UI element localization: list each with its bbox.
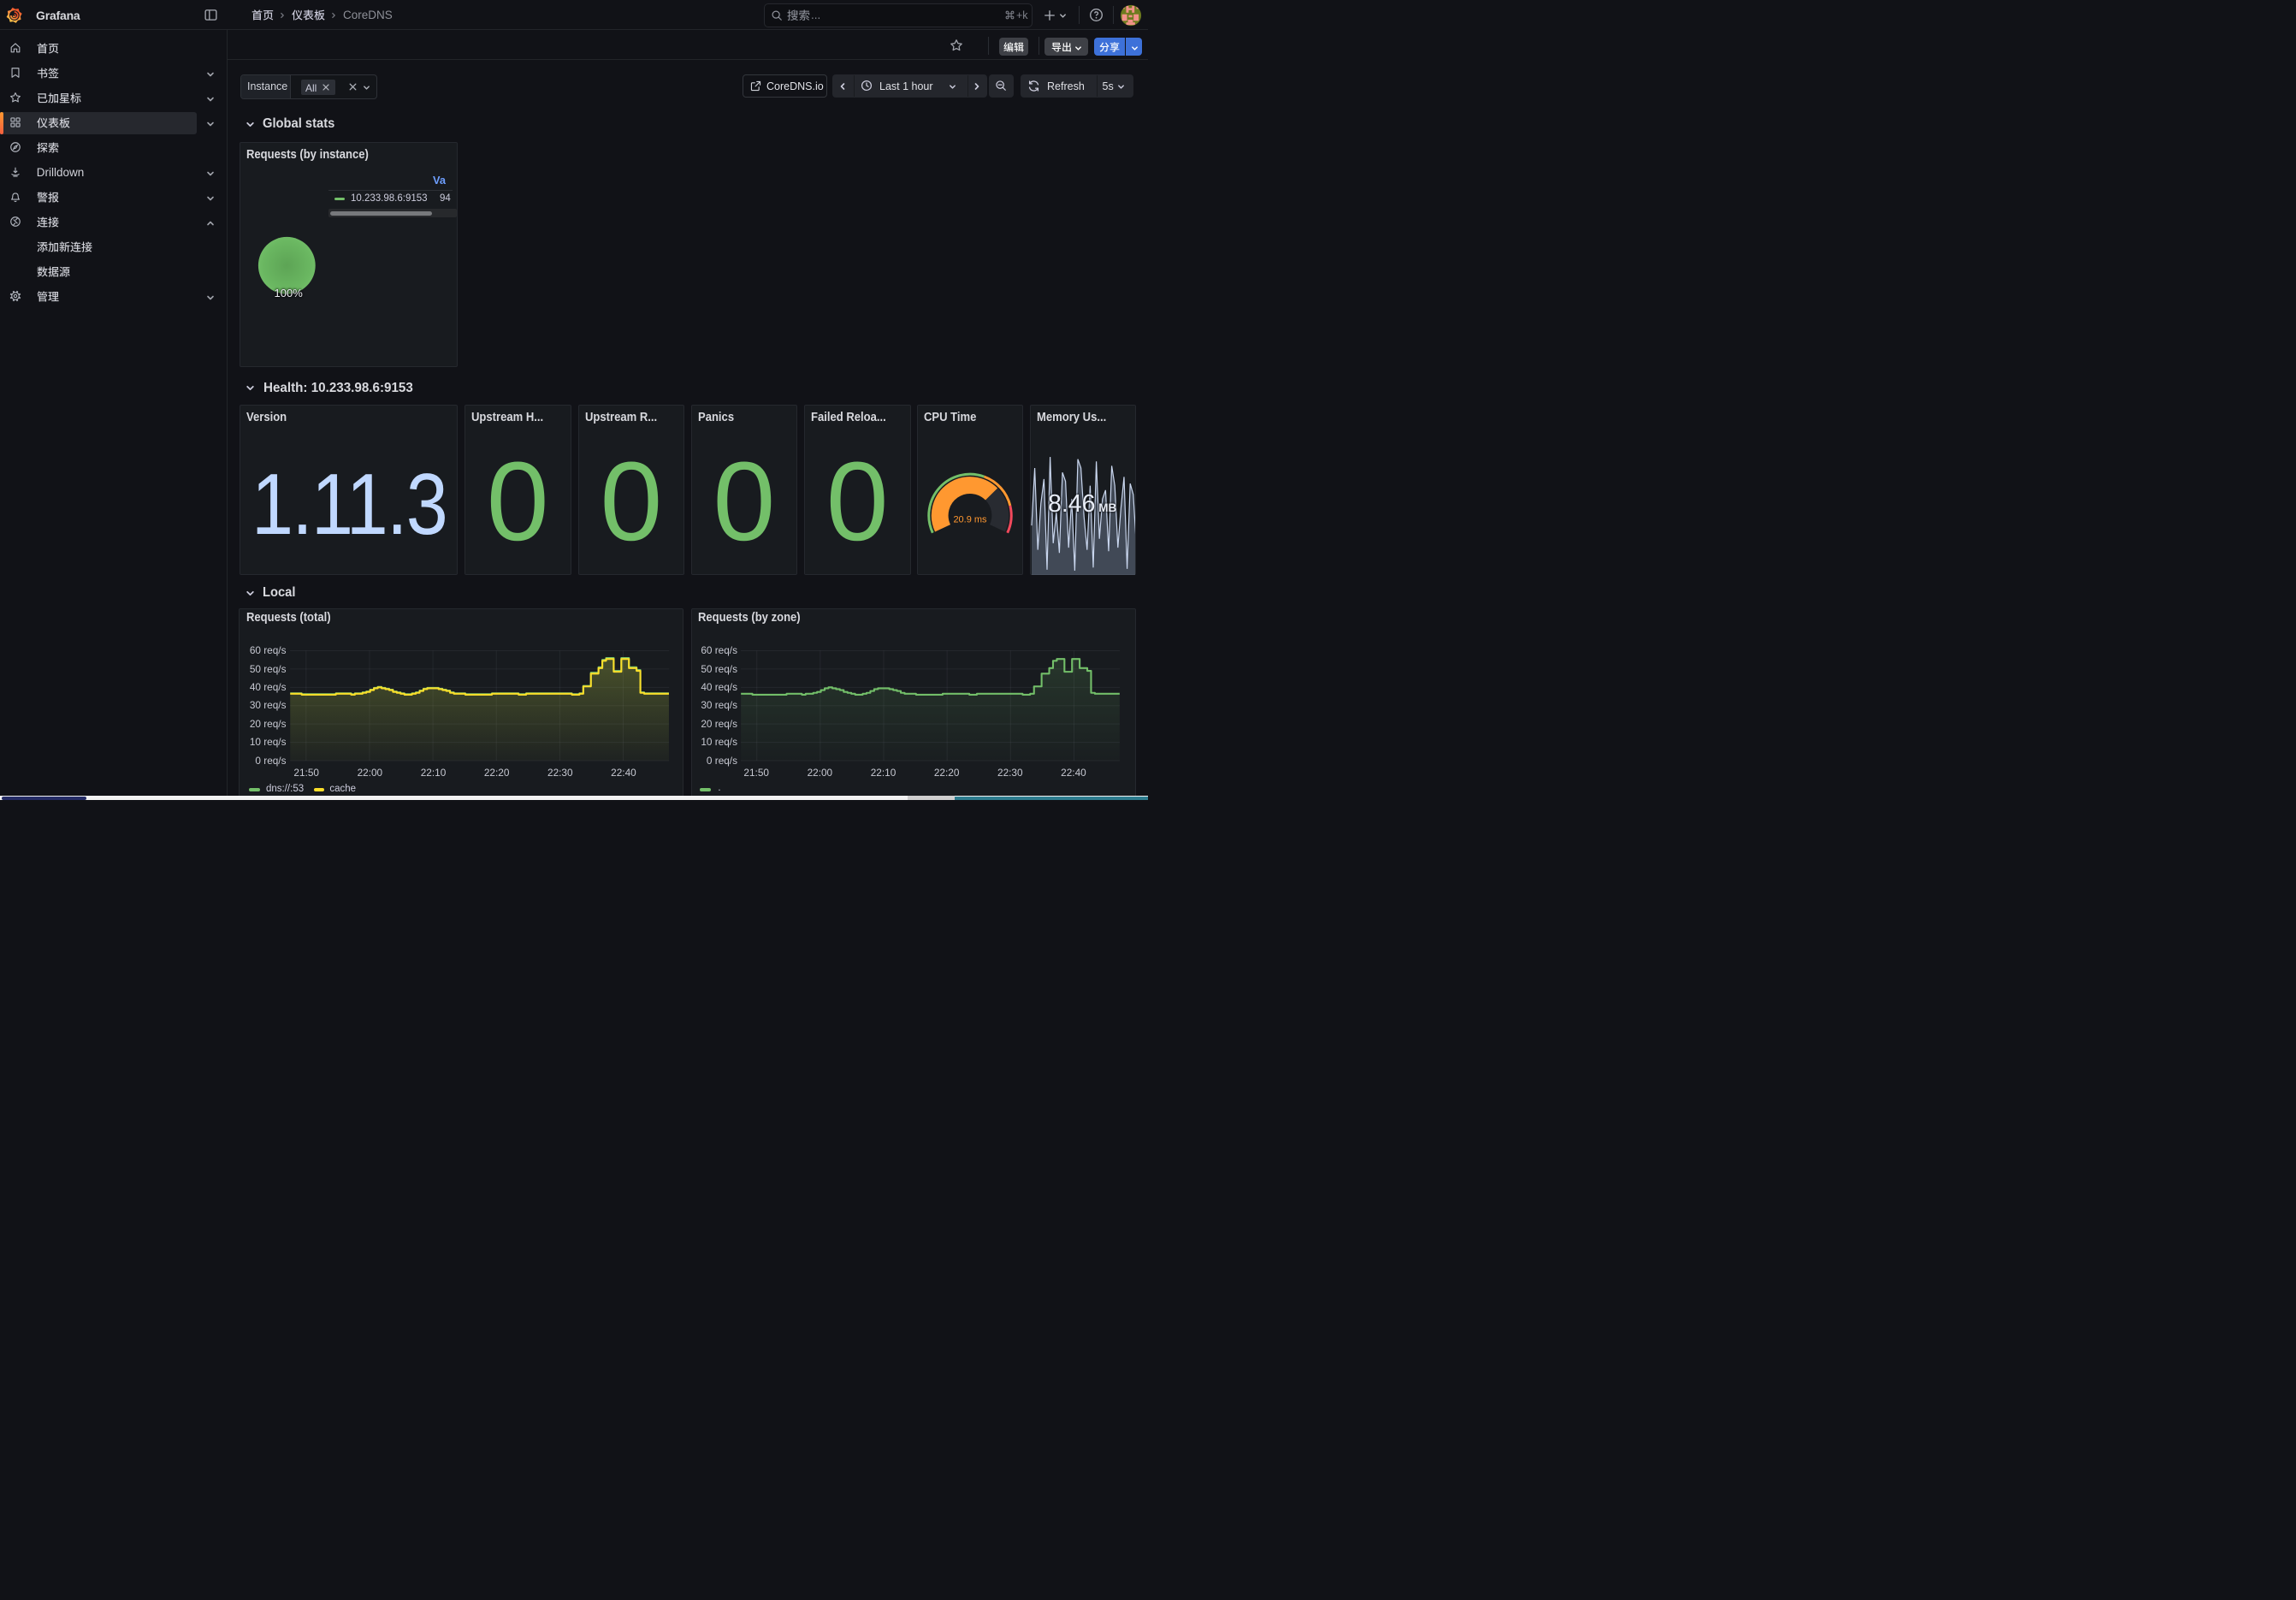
svg-text:20.9 ms: 20.9 ms xyxy=(953,514,987,524)
